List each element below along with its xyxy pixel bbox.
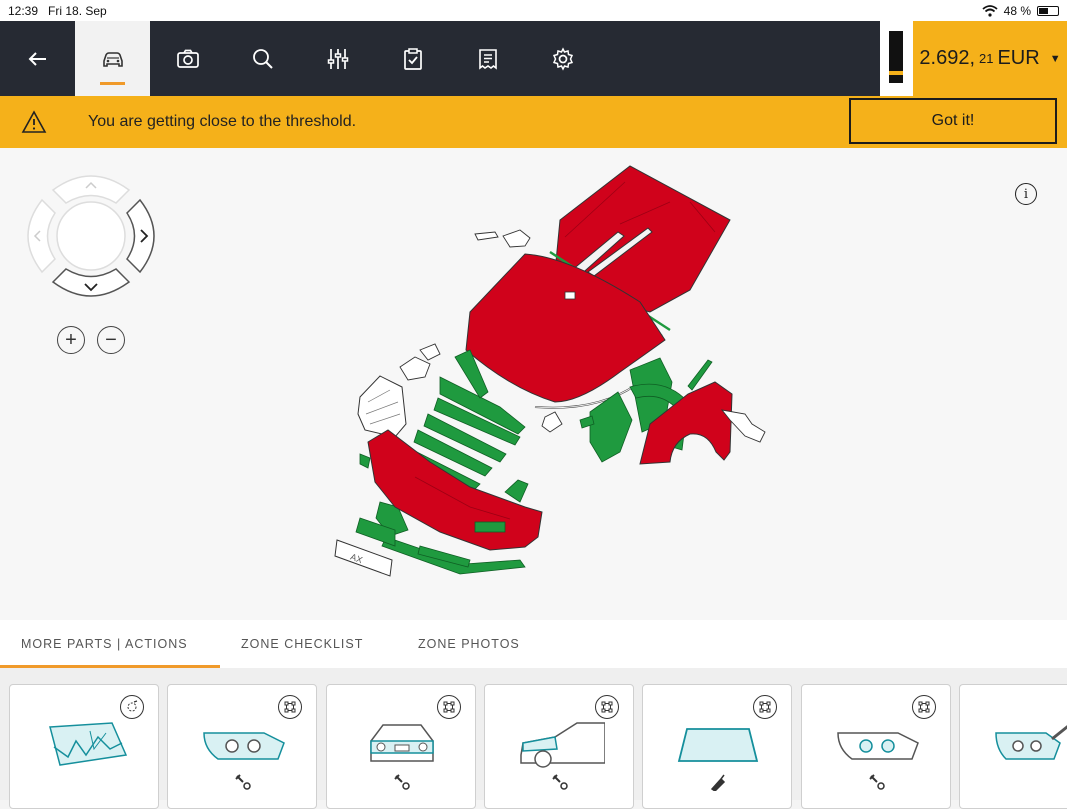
filter-button[interactable] [300,21,375,96]
price-currency: EUR [997,47,1040,69]
bottom-tabs: MORE PARTS | ACTIONS ZONE CHECKLIST ZONE… [0,620,1067,668]
plus-icon: + [65,329,77,351]
wrench-icon [235,774,251,790]
wrench-icon [394,774,410,790]
got-it-button[interactable]: Got it! [849,98,1057,144]
zoom-out-button[interactable]: − [97,326,125,354]
battery-icon [1037,5,1059,16]
search-icon [252,48,273,69]
headlight-icon [203,732,285,760]
minus-icon: − [105,329,117,351]
settings-button[interactable] [525,21,600,96]
rotate-left-button[interactable] [27,198,56,274]
status-date: Fri 18. Sep [48,3,107,18]
camera-icon [176,49,199,68]
broken-glass-icon [49,722,128,766]
price-cents: 21 [979,51,994,66]
wrench-icon [552,774,568,790]
part-card-windscreen-damage[interactable] [9,684,159,809]
exploded-car-front-diagram: AX [334,165,766,577]
part-badge-icon [437,695,461,719]
status-time: 12:39 [8,3,39,18]
wifi-icon [982,4,998,17]
main-toolbar: 2.692, 21 EUR ▼ [0,21,1067,96]
search-button[interactable] [225,21,300,96]
warning-triangle-icon [21,110,47,133]
tab-more-parts-actions[interactable]: MORE PARTS | ACTIONS [0,620,220,668]
clipboard-check-icon [403,47,422,70]
total-price-dropdown[interactable]: 2.692, 21 EUR ▼ [913,21,1067,96]
part-card-front-view[interactable] [326,684,476,809]
back-arrow-icon [28,51,46,66]
rotate-up-button[interactable] [51,175,131,204]
back-button[interactable] [0,21,75,96]
price-main: 2.692, [919,47,975,69]
threshold-gauge [880,21,913,96]
tab-vehicle[interactable] [75,21,150,96]
tab-zone-photos[interactable]: ZONE PHOTOS [397,620,541,668]
receipt-icon [478,48,497,70]
part-card-side-view[interactable] [484,684,634,809]
part-card-headlight-left[interactable] [167,684,317,809]
threshold-banner: You are getting close to the threshold. … [0,96,1067,148]
part-badge-icon [753,695,777,719]
gear-icon [552,46,573,71]
headlight-icon [995,725,1067,760]
part-card-headlight-tool[interactable] [959,684,1067,809]
rotate-right-button[interactable] [126,198,155,274]
battery-percent: 48 % [1003,3,1031,18]
wrench-icon [869,774,885,790]
car-side-icon [520,722,605,768]
status-bar: 12:39 Fri 18. Sep 48 % [0,0,1067,21]
info-icon: i [1023,186,1029,202]
glue-icon [710,774,726,791]
headlight-icon [837,732,919,760]
checklist-button[interactable] [375,21,450,96]
dpad-center [56,201,126,271]
part-card-windscreen[interactable] [642,684,792,809]
sliders-icon [327,48,348,69]
invoice-button[interactable] [450,21,525,96]
damage-diagram-canvas: + − i AX [0,148,1067,620]
view-direction-pad [27,175,155,297]
repair-badge-icon [120,695,144,719]
rotate-down-button[interactable] [51,268,131,297]
part-badge-icon [912,695,936,719]
windscreen-icon [677,728,759,762]
part-badge-icon [278,695,302,719]
part-bracket-lower[interactable] [541,411,563,433]
car-icon [102,51,123,67]
part-headlight-bracket[interactable] [399,343,441,381]
part-bracket-upper[interactable] [474,229,531,248]
info-button[interactable]: i [1015,183,1037,205]
tab-zone-checklist[interactable]: ZONE CHECKLIST [220,620,397,668]
banner-message: You are getting close to the threshold. [88,113,357,130]
zoom-in-button[interactable]: + [57,326,85,354]
caret-down-icon: ▼ [1049,52,1061,65]
car-front-icon [370,724,434,762]
part-card-headlight-right[interactable] [801,684,951,809]
part-headlight[interactable] [357,375,407,438]
part-badge-icon [595,695,619,719]
parts-card-strip [0,668,1067,809]
camera-button[interactable] [150,21,225,96]
